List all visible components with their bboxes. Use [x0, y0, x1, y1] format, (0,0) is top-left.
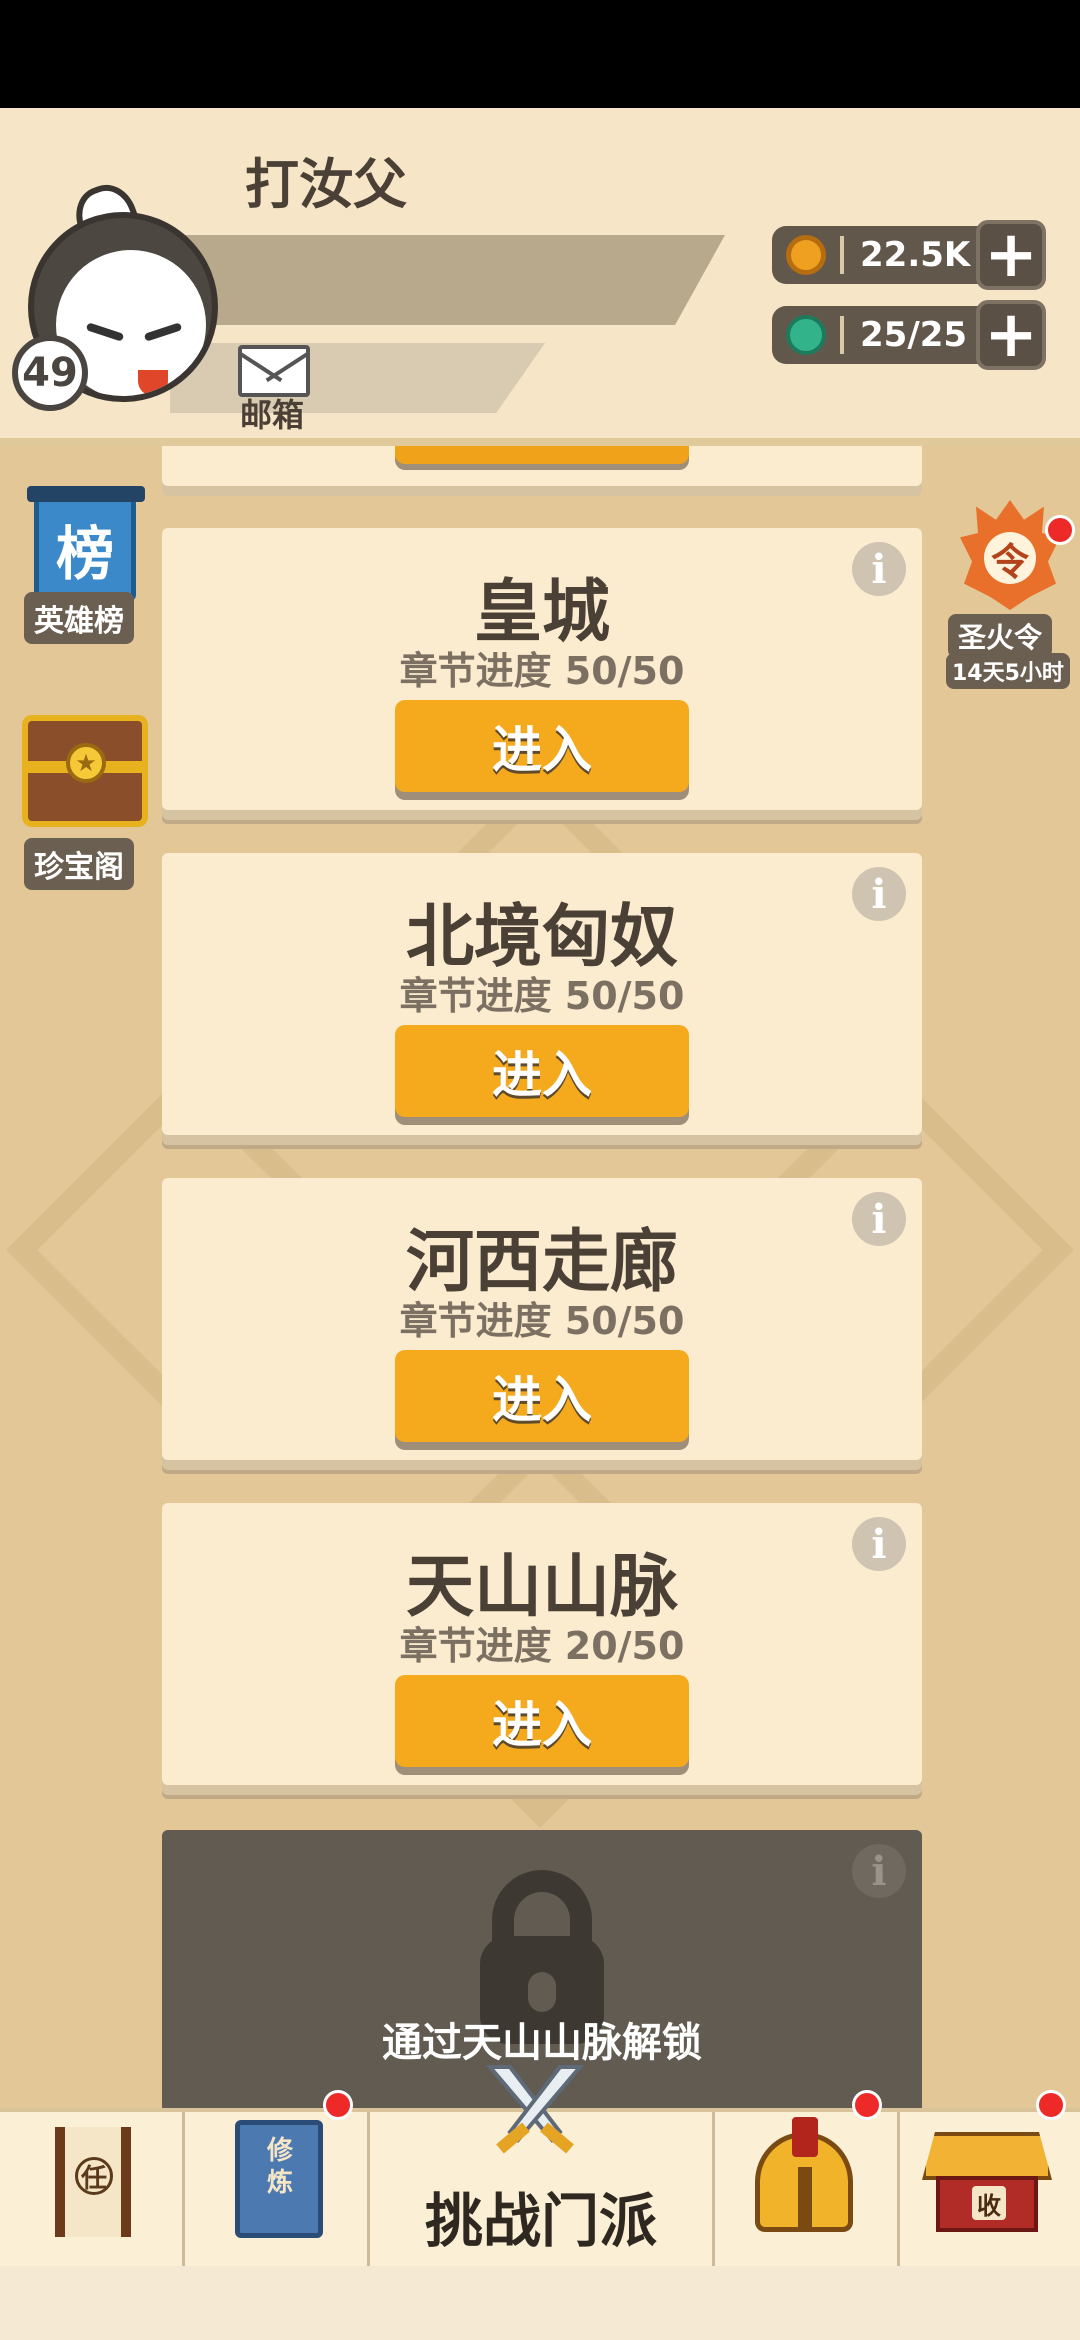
shop-building-icon: 收 [922, 2132, 1052, 2232]
tab-challenge-sect[interactable]: 挑战门派 [370, 2065, 715, 2266]
holy-fire-token: 令 [984, 532, 1036, 584]
chapter-progress: 章节进度 50/50 [399, 974, 685, 1018]
add-gold-button[interactable]: + [976, 220, 1046, 290]
chapter-progress: 章节进度 20/50 [399, 1624, 685, 1668]
leaderboard-label[interactable]: 英雄榜 [24, 592, 134, 644]
avatar-mouth [138, 370, 168, 396]
holy-fire-timer: 14天5小时 [946, 653, 1070, 689]
jade-value: 25/25 [860, 315, 968, 355]
chapter-progress: 章节进度 50/50 [399, 649, 685, 693]
tab-tasks[interactable]: 任 [0, 2112, 185, 2266]
divider [840, 316, 844, 354]
keyhole [528, 1972, 556, 2012]
enter-button[interactable]: 进入 [395, 700, 689, 792]
jade-icon [786, 315, 826, 355]
holy-fire-label[interactable]: 圣火令 [948, 614, 1053, 658]
name-banner [170, 235, 725, 325]
notification-dot [1036, 2090, 1066, 2120]
notification-dot [852, 2090, 882, 2120]
level-card: i 天山山脉 章节进度 20/50 进入 [162, 1503, 922, 1785]
shop-body: 收 [936, 2176, 1038, 2232]
add-jade-button[interactable]: + [976, 300, 1046, 370]
gold-value: 22.5K [860, 235, 971, 275]
level-card: i 河西走廊 章节进度 50/50 进入 [162, 1178, 922, 1460]
leaderboard-icon[interactable]: 榜 [27, 486, 145, 601]
level-card: i 北境匈奴 章节进度 50/50 进入 [162, 853, 922, 1135]
training-book-icon: 修炼 [235, 2120, 323, 2238]
helmet-icon [755, 2117, 853, 2232]
mail-banner [170, 343, 545, 413]
info-icon[interactable]: i [852, 1844, 906, 1898]
treasure-chest-icon[interactable]: ★ [22, 715, 148, 827]
notification-dot [323, 2090, 353, 2120]
bottom-gesture-bar [0, 2266, 1080, 2340]
mail-label[interactable]: 邮箱 [240, 390, 304, 436]
coin-icon [786, 235, 826, 275]
enter-button[interactable]: 进入 [395, 1350, 689, 1442]
level-badge: 49 [12, 335, 88, 411]
shop-roof [922, 2132, 1052, 2180]
notification-dot [1045, 515, 1075, 545]
level-card: i 皇城 章节进度 50/50 进入 [162, 528, 922, 810]
task-scroll-icon: 任 [55, 2127, 131, 2237]
unlock-hint: 通过天山山脉解锁 [382, 2020, 702, 2066]
training-book-glyph: 修炼 [266, 2136, 293, 2198]
avatar-eye [85, 322, 125, 342]
chapter-progress: 章节进度 50/50 [399, 1299, 685, 1343]
enter-button[interactable]: 进入 [395, 1675, 689, 1767]
avatar-eye [143, 322, 183, 342]
crossed-swords-icon [485, 2065, 585, 2154]
challenge-sect-label: 挑战门派 [424, 2187, 657, 2255]
star-icon: ★ [66, 743, 106, 783]
status-bar [0, 0, 1080, 108]
player-name: 打汝父 [245, 153, 407, 216]
tab-equipment[interactable] [715, 2112, 900, 2266]
treasure-pavilion-label[interactable]: 珍宝阁 [24, 838, 134, 890]
shop-glyph: 收 [972, 2186, 1006, 2220]
gold-counter: 22.5K + [772, 220, 1046, 290]
jade-counter: 25/25 + [772, 300, 1046, 370]
bottom-nav: 任 修炼 挑战门派 收 [0, 2065, 1080, 2266]
tab-training[interactable]: 修炼 [185, 2112, 370, 2266]
enter-button[interactable]: 进入 [395, 1025, 689, 1117]
task-scroll-glyph: 任 [75, 2157, 113, 2195]
tab-shop[interactable]: 收 [900, 2112, 1080, 2266]
divider [840, 236, 844, 274]
